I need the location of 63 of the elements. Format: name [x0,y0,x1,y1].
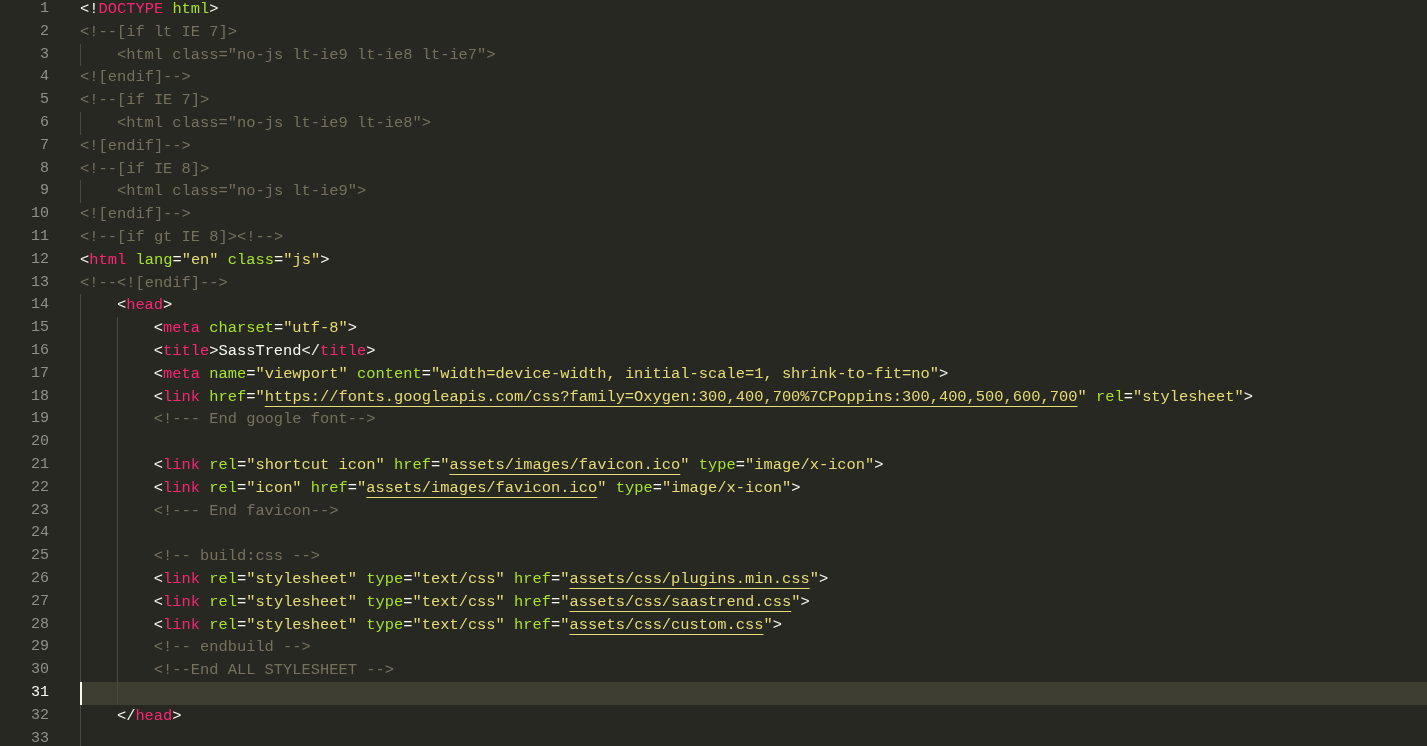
line-number: 33 [31,728,49,746]
line-number: 10 [31,204,49,225]
line-number: 28 [31,614,49,635]
line-number: 29 [31,637,49,658]
line-number: 21 [31,454,49,475]
code-line: <!DOCTYPE html> [80,0,219,20]
line-number: 1 [40,0,49,19]
code-line: <link rel="stylesheet" type="text/css" href="assets/css/saastrend.css"> [153,591,810,613]
code-line: <![endif]--> [80,204,191,226]
code-line: <!--[if IE 8]> [80,158,210,180]
code-line: <title>SassTrend</title> [153,340,376,362]
line-number: 19 [31,409,49,430]
line-number: 3 [40,44,49,65]
code-line: <![endif]--> [80,135,191,157]
line-number: 15 [31,318,49,339]
line-number: 4 [40,67,49,88]
code-line: <meta charset="utf-8"> [153,318,358,340]
code-line: <!--[if lt IE 7]> [80,21,237,43]
line-number: 26 [31,568,49,589]
line-number: 8 [40,158,49,179]
code-line: <!--- End favicon--> [153,500,339,522]
line-number: 20 [31,432,49,453]
code-line: <link rel="stylesheet" type="text/css" href="assets/css/plugins.min.css"> [153,568,829,590]
line-number: 7 [40,135,49,156]
line-number: 24 [31,523,49,544]
code-line: <!-- build:css --> [153,546,321,568]
code-line: <link rel="icon" href="assets/images/favicon.ico" type="image/x-icon"> [153,477,801,499]
code-line: <html class="no-js lt-ie9 lt-ie8 lt-ie7"> [116,44,496,66]
code-line: <!--[if IE 7]> [80,90,210,112]
line-number: 6 [40,113,49,133]
code-line: <!--<![endif]--> [80,272,228,294]
line-number: 2 [40,21,49,42]
code-line: <![endif]--> [80,67,191,89]
line-number: 9 [40,181,49,202]
code-line: <html lang="en" class="js"> [80,249,330,271]
line-number: 23 [31,500,49,521]
code-line: <html class="no-js lt-ie9"> [116,181,367,203]
line-number: 13 [31,272,49,293]
line-number: 16 [31,340,49,361]
line-number: 11 [31,226,49,247]
line-number: 31 [31,682,49,703]
line-number: 12 [31,249,49,270]
code-line: <html class="no-js lt-ie9 lt-ie8"> [116,113,431,134]
line-number: 18 [31,386,49,407]
code-line: <meta name="viewport" content="width=device-width, initial-scale=1, shrink-to-fit=no"> [153,363,949,385]
code-line: <!--- End google font--> [153,409,376,431]
code-line: <link rel="shortcut icon" href="assets/images/favicon.ico" type="image/x-icon"> [153,454,884,476]
line-number: 22 [31,477,49,498]
code-line: <!-- endbuild --> [153,637,311,659]
text-cursor [80,681,82,705]
line-number: 5 [40,90,49,111]
code-line: <link rel="stylesheet" type="text/css" href="assets/css/custom.css"> [153,614,782,636]
line-number: 25 [31,546,49,567]
line-number: 14 [31,295,49,316]
code-line: <!--End ALL STYLESHEET --> [153,660,394,682]
line-number: 27 [31,591,49,612]
code-line: <head> [116,295,173,317]
line-number: 32 [31,705,49,726]
line-number: 30 [31,660,49,681]
code-line: </head> [116,705,182,727]
line-number: 17 [31,363,49,384]
code-line: <!--[if gt IE 8]><!--> [80,226,284,248]
code-line: <link href="https://fonts.googleapis.com/css?family=Oxygen:300,400,700%7CPoppins:300,400,500,600,700" rel="stylesheet"> [153,386,1253,408]
